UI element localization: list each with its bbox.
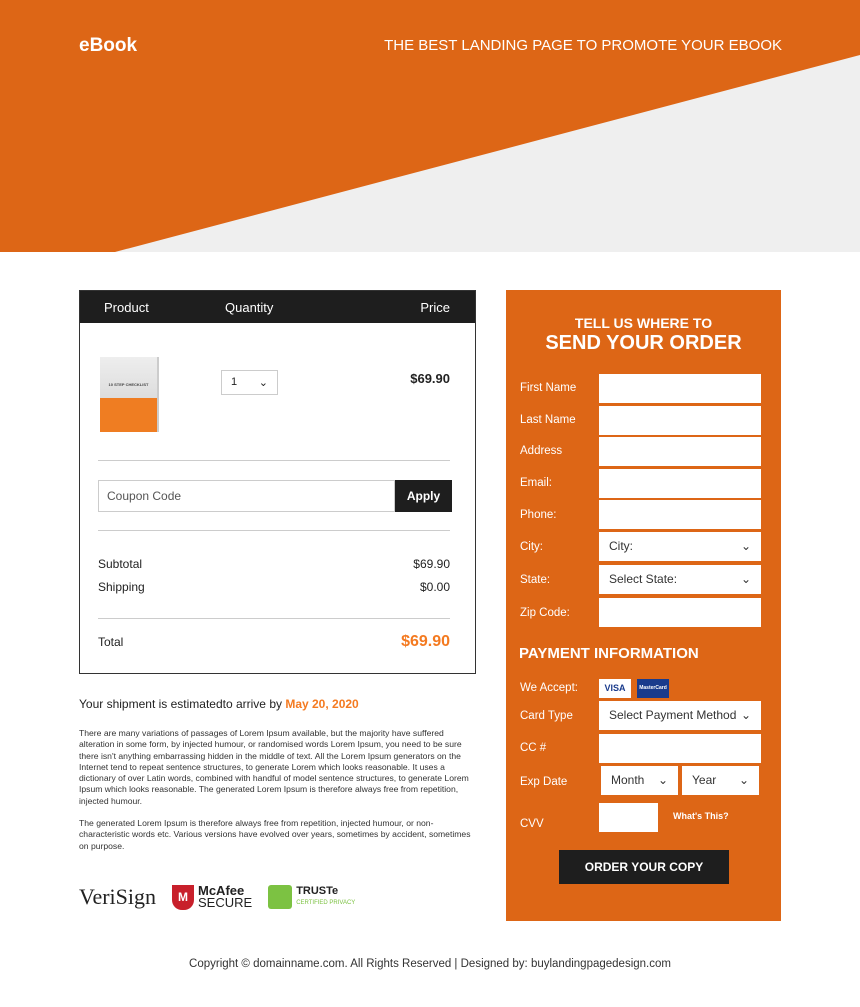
phone-input[interactable] [599, 500, 761, 529]
divider [98, 460, 450, 461]
mcafee-badge: M McAfee SECURE [172, 884, 252, 910]
address-input[interactable] [599, 437, 761, 466]
label-zip: Zip Code: [520, 607, 570, 619]
label-state: State: [520, 574, 551, 586]
label-we-accept: We Accept: [520, 682, 578, 694]
label-email: Email: [520, 477, 552, 489]
apply-button[interactable]: Apply [395, 480, 452, 512]
label-address: Address [520, 445, 563, 457]
trust-badges: VeriSign M McAfee SECURE TRUSTe CERTIFIED P… [79, 884, 355, 910]
coupon-input[interactable]: Coupon Code [98, 480, 395, 512]
form-title-main: SEND YOUR ORDER [545, 332, 742, 354]
label-exp: Exp Date [520, 776, 568, 788]
chevron-down-icon: ⌄ [657, 773, 668, 787]
chevron-down-icon: ⌄ [738, 773, 749, 787]
card-type-select[interactable]: Select Payment Method ⌄ [599, 701, 761, 730]
order-button[interactable]: ORDER YOUR COPY [559, 850, 729, 884]
product-image: 10 STEP CHECKLIST [100, 357, 157, 432]
label-card-type: Card Type [520, 710, 573, 722]
subtotal-row: Subtotal $69.90 [98, 557, 450, 571]
label-first-name: First Name [520, 382, 577, 394]
order-form: TELL US WHERE TO SEND YOUR ORDER First N… [506, 290, 781, 921]
col-quantity: Quantity [225, 300, 274, 315]
label-last-name: Last Name [520, 414, 576, 426]
shield-icon: M [172, 884, 194, 910]
product-price: $69.90 [410, 371, 450, 386]
total-row: Total $69.90 [98, 633, 450, 650]
hero-banner: eBook THE BEST LANDING PAGE TO PROMOTE Y… [0, 0, 860, 252]
form-title: TELL US WHERE TO [574, 315, 713, 331]
shipment-estimate: Your shipment is estimatedto arrive by M… [79, 697, 359, 711]
chevron-down-icon: ⌄ [740, 572, 751, 586]
truste-icon [268, 885, 293, 909]
col-price: Price [420, 300, 450, 315]
cc-input[interactable] [599, 734, 761, 763]
cvv-input[interactable] [599, 803, 658, 832]
truste-badge: TRUSTe CERTIFIED PRIVACY [268, 885, 355, 909]
footer-copyright: Copyright © domainname.com. All Rights R… [189, 958, 671, 970]
label-city: City: [520, 541, 543, 553]
col-product: Product [104, 300, 149, 315]
tagline: THE BEST LANDING PAGE TO PROMOTE YOUR EB… [384, 37, 782, 54]
divider [98, 618, 450, 619]
city-select[interactable]: City: ⌄ [599, 532, 761, 561]
month-select[interactable]: Month ⌄ [601, 766, 678, 795]
cart-header: Product Quantity Price [80, 291, 475, 323]
email-input[interactable] [599, 469, 761, 498]
verisign-badge: VeriSign [79, 884, 156, 909]
mastercard-icon: MasterCard [637, 679, 669, 698]
logo[interactable]: eBook [79, 35, 137, 57]
divider [98, 530, 450, 531]
shipping-row: Shipping $0.00 [98, 580, 450, 594]
first-name-input[interactable] [599, 374, 761, 403]
cart-table: Product Quantity Price 10 STEP CHECKLIST… [79, 290, 476, 674]
chevron-down-icon: ⌄ [740, 708, 751, 722]
state-select[interactable]: Select State: ⌄ [599, 565, 761, 594]
label-cc: CC # [520, 742, 547, 754]
year-select[interactable]: Year ⌄ [682, 766, 759, 795]
label-phone: Phone: [520, 509, 557, 521]
visa-icon: VISA [599, 679, 631, 698]
chevron-down-icon: ⌄ [740, 539, 751, 553]
description-paragraph: The generated Lorem Ipsum is therefore a… [79, 818, 471, 851]
description-paragraph: There are many variations of passages of… [79, 728, 469, 806]
quantity-select[interactable]: 1 ⌄ [221, 370, 278, 395]
label-cvv: CVV [520, 818, 544, 830]
chevron-down-icon: ⌄ [258, 377, 268, 389]
last-name-input[interactable] [599, 406, 761, 435]
payment-title: PAYMENT INFORMATION [519, 645, 699, 662]
whats-this-link[interactable]: What's This? [673, 811, 729, 821]
zip-input[interactable] [599, 598, 761, 627]
